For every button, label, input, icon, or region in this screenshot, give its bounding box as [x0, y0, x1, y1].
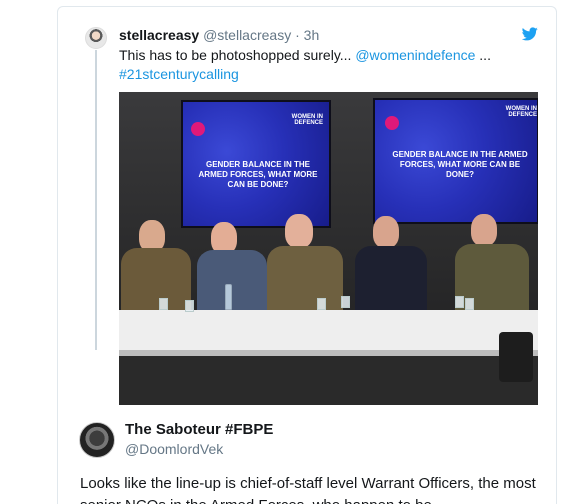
- chair: [499, 332, 533, 382]
- water-bottle: [225, 284, 232, 310]
- projection-screen-right: WOMEN IN DEFENCE GENDER BALANCE IN THE A…: [373, 98, 538, 224]
- screen-question-right: GENDER BALANCE IN THE ARMED FORCES, WHAT…: [392, 150, 528, 179]
- tweet-text-body: This has to be photoshopped surely...: [119, 47, 356, 63]
- projection-screen-left: WOMEN IN DEFENCE GENDER BALANCE IN THE A…: [181, 100, 331, 228]
- screen-logo-text-right: WOMEN IN DEFENCE: [505, 106, 537, 118]
- panel-table: [119, 310, 538, 350]
- tweet-header: stellacreasy @stellacreasy · 3h: [119, 26, 319, 44]
- screen-question-left: GENDER BALANCE IN THE ARMED FORCES, WHAT…: [198, 160, 318, 189]
- thread-line: [95, 50, 97, 350]
- water-glass: [465, 298, 474, 310]
- user-handle[interactable]: @stellacreasy: [203, 27, 291, 43]
- separator-dot: ·: [295, 27, 300, 43]
- water-glass: [317, 298, 326, 310]
- mention-link[interactable]: @womenindefence: [355, 47, 475, 63]
- screen-logo-text-left: WOMEN IN DEFENCE: [291, 114, 323, 126]
- tweet-text-ellipsis: ...: [475, 47, 491, 63]
- tweet-text: Looks like the line-up is chief-of-staff…: [80, 475, 536, 504]
- avatar[interactable]: [85, 27, 107, 49]
- water-glass: [455, 296, 464, 308]
- water-glass: [159, 298, 168, 310]
- tweet-card: stellacreasy @stellacreasy · 3h This has…: [57, 6, 557, 504]
- timestamp[interactable]: 3h: [304, 27, 320, 43]
- display-name[interactable]: stellacreasy: [119, 27, 199, 43]
- stage-floor: [119, 356, 538, 405]
- avatar[interactable]: [79, 422, 115, 458]
- tweet-text: This has to be photoshopped surely... @w…: [119, 46, 539, 84]
- water-glass: [341, 296, 350, 308]
- hashtag-link[interactable]: #21stcenturycalling: [119, 66, 239, 82]
- water-glass: [185, 300, 194, 312]
- event-logo-icon: [385, 116, 399, 130]
- twitter-bird-icon[interactable]: [522, 27, 538, 41]
- user-handle[interactable]: @DoomlordVek: [125, 440, 223, 458]
- event-logo-icon: [191, 122, 205, 136]
- display-name[interactable]: The Saboteur #FBPE: [125, 421, 273, 439]
- tweet-photo[interactable]: WOMEN IN DEFENCE GENDER BALANCE IN THE A…: [119, 92, 538, 405]
